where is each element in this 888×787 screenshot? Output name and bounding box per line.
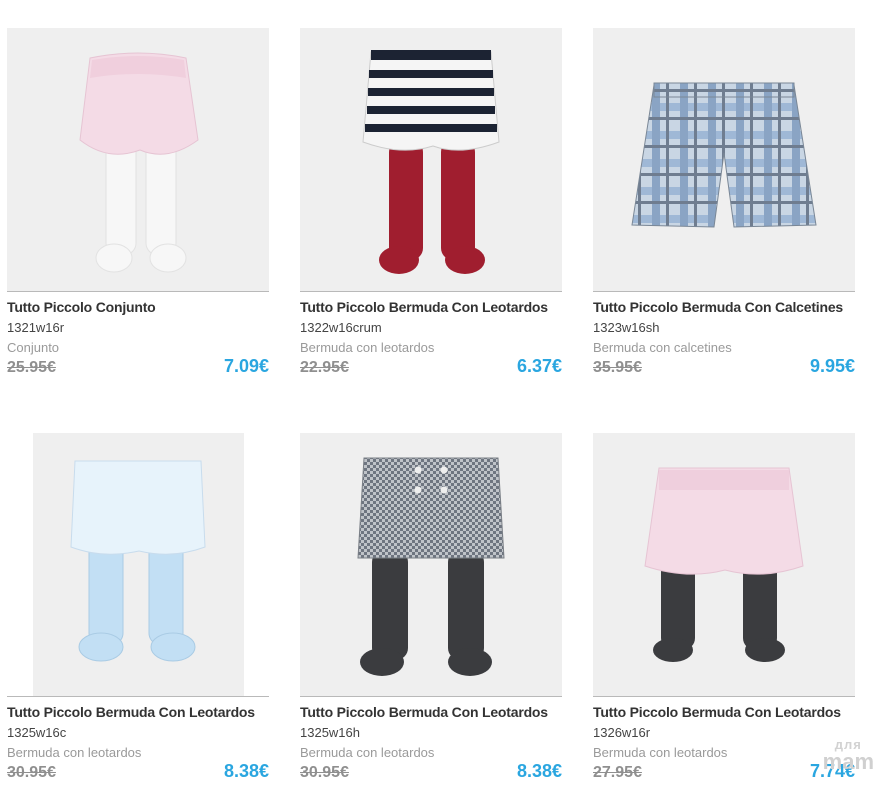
pink-bloomer-white-tights-image (79, 52, 199, 272)
old-price: 25.95€ (7, 359, 56, 376)
plaid-shorts-image (631, 82, 817, 228)
old-price: 22.95€ (300, 359, 349, 376)
old-price: 30.95€ (300, 764, 349, 781)
product-category: Conjunto (7, 340, 60, 355)
old-price: 35.95€ (593, 359, 642, 376)
product-image-frame[interactable] (7, 28, 269, 292)
price-row: 30.95€ 8.38€ (7, 761, 269, 782)
price-row: 27.95€ 7.74€ (593, 761, 855, 782)
product-image-frame[interactable] (7, 433, 269, 697)
product-card[interactable]: Tutto Piccolo Conjunto 1321w16r Conjunto… (7, 28, 269, 377)
product-image-frame[interactable] (300, 433, 562, 697)
product-category: Bermuda con calcetines (593, 340, 732, 355)
product-title[interactable]: Tutto Piccolo Bermuda Con Leotardos (300, 704, 562, 720)
product-ref: 1321w16r (7, 320, 65, 335)
product-title[interactable]: Tutto Piccolo Bermuda Con Calcetines (593, 299, 855, 315)
product-category: Bermuda con leotardos (300, 745, 435, 760)
product-category: Bermuda con leotardos (7, 745, 142, 760)
product-image[interactable] (7, 28, 269, 291)
sale-price: 8.38€ (516, 761, 562, 781)
product-ref: 1325w16h (300, 725, 360, 740)
product-row: Tutto Piccolo Conjunto 1321w16r Conjunto… (7, 28, 855, 377)
price-row: 22.95€ 6.37€ (300, 356, 562, 377)
product-title[interactable]: Tutto Piccolo Bermuda Con Leotardos (593, 704, 855, 720)
product-card[interactable]: Tutto Piccolo Bermuda Con Leotardos 1322… (300, 28, 562, 377)
product-card[interactable]: Tutto Piccolo Bermuda Con Leotardos 1325… (7, 433, 269, 782)
houndstooth-shorts-grey-tights-image (357, 457, 505, 676)
product-category: Bermuda con leotardos (300, 340, 435, 355)
product-ref: 1326w16r (593, 725, 651, 740)
product-row: Tutto Piccolo Bermuda Con Leotardos 1325… (7, 433, 855, 782)
blue-bloomer-blue-tights-image (70, 460, 206, 661)
product-image[interactable] (300, 433, 562, 696)
sale-price: 9.95€ (809, 356, 855, 376)
product-ref: 1325w16c (7, 725, 67, 740)
product-card[interactable]: Tutto Piccolo Bermuda Con Leotardos 1325… (300, 433, 562, 782)
product-image[interactable] (593, 433, 855, 696)
price-row: 30.95€ 8.38€ (300, 761, 562, 782)
price-row: 35.95€ 9.95€ (593, 356, 855, 377)
product-image[interactable] (300, 28, 562, 291)
sale-price: 7.09€ (223, 356, 269, 376)
pink-bloomer-grey-tights-image (644, 467, 804, 662)
product-image-frame[interactable] (593, 433, 855, 697)
old-price: 27.95€ (593, 764, 642, 781)
product-grid: Tutto Piccolo Conjunto 1321w16r Conjunto… (7, 28, 855, 782)
sale-price: 8.38€ (223, 761, 269, 781)
product-category: Bermuda con leotardos (593, 745, 728, 760)
striped-bloomer-red-tights-image (362, 49, 500, 274)
product-card[interactable]: Tutto Piccolo Bermuda Con Calcetines 132… (593, 28, 855, 377)
product-card[interactable]: Tutto Piccolo Bermuda Con Leotardos 1326… (593, 433, 855, 782)
product-image[interactable] (32, 433, 244, 696)
product-title[interactable]: Tutto Piccolo Bermuda Con Leotardos (7, 704, 269, 720)
product-image-frame[interactable] (300, 28, 562, 292)
product-ref: 1322w16crum (300, 320, 382, 335)
product-image-frame[interactable] (593, 28, 855, 292)
product-image[interactable] (593, 28, 855, 291)
product-title[interactable]: Tutto Piccolo Bermuda Con Leotardos (300, 299, 562, 315)
site-watermark: для mam (823, 738, 874, 773)
price-row: 25.95€ 7.09€ (7, 356, 269, 377)
watermark-bottom-text: mam (822, 749, 874, 774)
sale-price: 6.37€ (516, 356, 562, 376)
product-title[interactable]: Tutto Piccolo Conjunto (7, 299, 269, 315)
product-ref: 1323w16sh (593, 320, 660, 335)
old-price: 30.95€ (7, 764, 56, 781)
